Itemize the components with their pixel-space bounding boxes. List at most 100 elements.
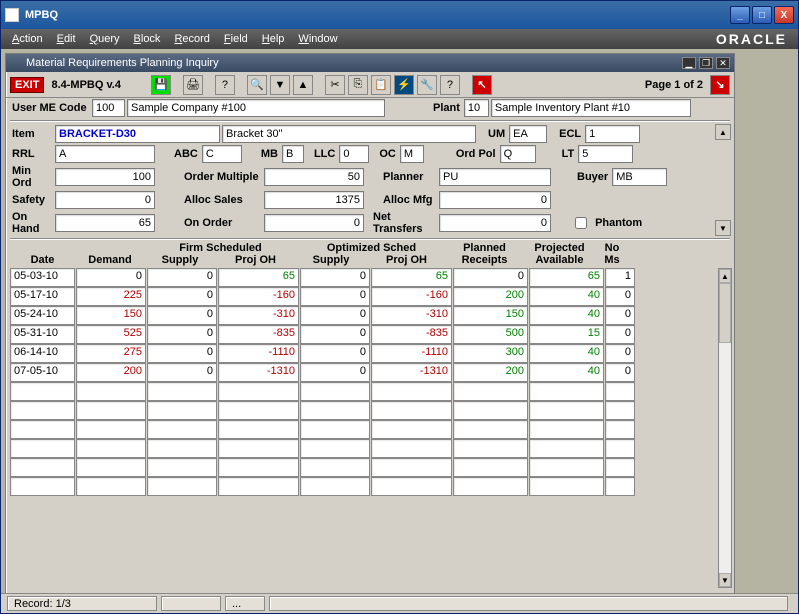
cell-noms[interactable]: 0 — [605, 325, 635, 344]
cell-os_proj[interactable] — [371, 382, 452, 401]
cell-os_supply[interactable]: 0 — [300, 306, 370, 325]
cell-demand[interactable] — [76, 420, 146, 439]
prev-page-icon[interactable]: ↖ — [472, 75, 492, 95]
table-row[interactable] — [10, 420, 716, 439]
cell-projected[interactable]: 40 — [529, 287, 604, 306]
cell-planned[interactable] — [453, 477, 528, 496]
filter-down-icon[interactable]: ▼ — [270, 75, 290, 95]
cell-fs_supply[interactable]: 0 — [147, 363, 217, 382]
menu-window[interactable]: Window — [293, 33, 342, 45]
cell-projected[interactable]: 65 — [529, 268, 604, 287]
cell-fs_supply[interactable]: 0 — [147, 344, 217, 363]
cell-planned[interactable]: 150 — [453, 306, 528, 325]
ordpol-field[interactable] — [500, 145, 536, 163]
save-icon[interactable]: 💾 — [151, 75, 171, 95]
help-icon[interactable]: ? — [440, 75, 460, 95]
cell-fs_proj[interactable]: -160 — [218, 287, 299, 306]
filter-up-icon[interactable]: ▲ — [293, 75, 313, 95]
cell-noms[interactable]: 0 — [605, 287, 635, 306]
cell-demand[interactable]: 275 — [76, 344, 146, 363]
table-row[interactable] — [10, 382, 716, 401]
maximize-button[interactable]: □ — [752, 6, 772, 24]
execute-icon[interactable]: ⚡ — [394, 75, 414, 95]
cell-os_supply[interactable] — [300, 420, 370, 439]
cell-noms[interactable]: 0 — [605, 306, 635, 325]
cell-os_supply[interactable]: 0 — [300, 268, 370, 287]
cell-planned[interactable] — [453, 401, 528, 420]
cell-os_proj[interactable]: -1110 — [371, 344, 452, 363]
cell-os_proj[interactable] — [371, 477, 452, 496]
cell-os_supply[interactable]: 0 — [300, 287, 370, 306]
cell-projected[interactable]: 15 — [529, 325, 604, 344]
cell-date[interactable]: 05-17-10 — [10, 287, 75, 306]
minimize-button[interactable]: _ — [730, 6, 750, 24]
menu-help[interactable]: Help — [257, 33, 290, 45]
sub-close[interactable]: ✕ — [716, 57, 730, 69]
menu-block[interactable]: Block — [129, 33, 166, 45]
ecl-field[interactable] — [585, 125, 640, 143]
cell-planned[interactable]: 300 — [453, 344, 528, 363]
cell-os_proj[interactable] — [371, 420, 452, 439]
cell-planned[interactable]: 200 — [453, 287, 528, 306]
find-icon[interactable]: 🔍 — [247, 75, 267, 95]
copy-icon[interactable]: ⎘ — [348, 75, 368, 95]
cell-fs_proj[interactable]: 65 — [218, 268, 299, 287]
form-scroll-down[interactable]: ▼ — [715, 220, 731, 236]
cell-fs_supply[interactable]: 0 — [147, 268, 217, 287]
cell-planned[interactable] — [453, 458, 528, 477]
cell-planned[interactable] — [453, 439, 528, 458]
menu-edit[interactable]: Edit — [52, 33, 81, 45]
cell-projected[interactable] — [529, 458, 604, 477]
cell-os_supply[interactable] — [300, 477, 370, 496]
scroll-up-icon[interactable]: ▲ — [719, 269, 731, 283]
cell-demand[interactable]: 150 — [76, 306, 146, 325]
cell-date[interactable]: 06-14-10 — [10, 344, 75, 363]
cell-os_supply[interactable]: 0 — [300, 344, 370, 363]
cell-demand[interactable] — [76, 401, 146, 420]
item-desc-field[interactable] — [222, 125, 476, 143]
print-icon[interactable]: 🖨 — [183, 75, 203, 95]
ordmult-field[interactable] — [264, 168, 364, 186]
onhand-field[interactable] — [55, 214, 155, 232]
buyer-field[interactable] — [612, 168, 667, 186]
safety-field[interactable] — [55, 191, 155, 209]
scroll-down-icon[interactable]: ▼ — [719, 573, 731, 587]
plant-code-field[interactable] — [464, 99, 489, 117]
search-icon[interactable]: ? — [215, 75, 235, 95]
cell-projected[interactable] — [529, 420, 604, 439]
cell-projected[interactable] — [529, 477, 604, 496]
cell-demand[interactable] — [76, 382, 146, 401]
cell-planned[interactable]: 0 — [453, 268, 528, 287]
cell-fs_supply[interactable] — [147, 458, 217, 477]
cell-demand[interactable]: 0 — [76, 268, 146, 287]
cell-date[interactable]: 05-31-10 — [10, 325, 75, 344]
cell-demand[interactable]: 525 — [76, 325, 146, 344]
cell-noms[interactable]: 0 — [605, 363, 635, 382]
cell-date[interactable]: 07-05-10 — [10, 363, 75, 382]
cell-planned[interactable] — [453, 420, 528, 439]
phantom-checkbox-wrapper[interactable]: Phantom — [571, 214, 644, 232]
cell-fs_supply[interactable] — [147, 477, 217, 496]
tools-icon[interactable]: 🔧 — [417, 75, 437, 95]
cell-os_proj[interactable]: -310 — [371, 306, 452, 325]
cell-fs_proj[interactable] — [218, 382, 299, 401]
cell-fs_proj[interactable]: -310 — [218, 306, 299, 325]
scroll-thumb[interactable] — [719, 283, 731, 343]
cell-date[interactable] — [10, 382, 75, 401]
exit-button[interactable]: EXIT — [10, 77, 44, 93]
cell-os_proj[interactable]: -835 — [371, 325, 452, 344]
cell-noms[interactable] — [605, 420, 635, 439]
grid-scrollbar[interactable]: ▲ ▼ — [718, 268, 732, 588]
table-row[interactable] — [10, 477, 716, 496]
menu-record[interactable]: Record — [169, 33, 214, 45]
cell-demand[interactable] — [76, 477, 146, 496]
cell-fs_supply[interactable] — [147, 401, 217, 420]
cell-date[interactable] — [10, 458, 75, 477]
nettrans-field[interactable] — [439, 214, 551, 232]
table-row[interactable]: 05-24-101500-3100-310150400 — [10, 306, 716, 325]
cell-os_proj[interactable]: -160 — [371, 287, 452, 306]
cell-os_supply[interactable] — [300, 439, 370, 458]
cell-fs_supply[interactable]: 0 — [147, 325, 217, 344]
cell-projected[interactable]: 40 — [529, 344, 604, 363]
table-row[interactable]: 07-05-102000-13100-1310200400 — [10, 363, 716, 382]
